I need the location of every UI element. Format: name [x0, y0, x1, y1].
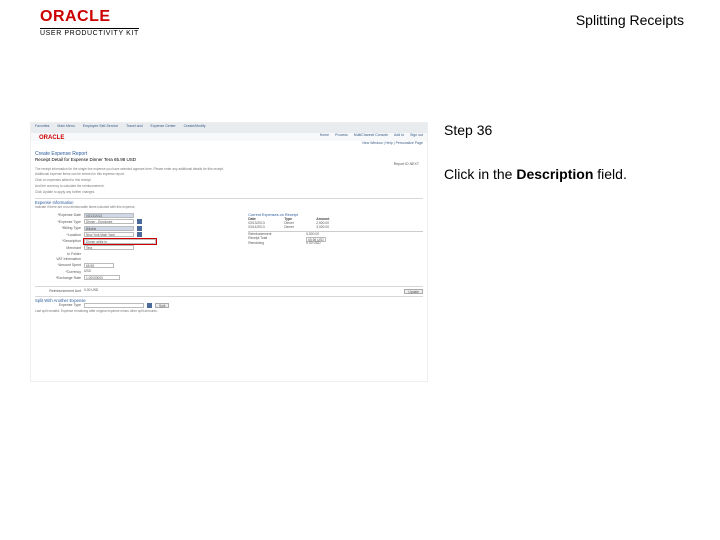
app-subnav: ORACLE Home Process MultiChannel Console…: [31, 133, 427, 141]
total-label: Remaining: [248, 242, 296, 246]
subnav-item: Process: [335, 133, 348, 141]
label-reimb-amt: Reimbursement Amt: [35, 289, 81, 293]
td: Dinner: [284, 226, 306, 230]
subnav-item: Home: [320, 133, 329, 141]
input-merchant[interactable]: Tera: [84, 245, 134, 250]
nav-item: Employee Self-Service: [83, 124, 118, 132]
chevron-down-icon[interactable]: [137, 219, 142, 224]
label-expense-date: *Expense Date: [35, 213, 81, 217]
brand-sub: USER PRODUCTIVITY KIT: [40, 28, 139, 37]
split-section: Split With Another Expense: [35, 296, 423, 303]
app-nav: Favorites Main Menu Employee Self-Servic…: [31, 123, 427, 133]
label-billing-type: *Billing Type: [35, 226, 81, 230]
td: 03/14/2013: [248, 226, 274, 230]
subnav-item: Sign out: [410, 133, 423, 141]
label-location: *Location: [35, 233, 81, 237]
select-billing-type[interactable]: Billable: [84, 226, 134, 231]
chevron-down-icon[interactable]: [137, 226, 142, 231]
nav-item: Favorites: [35, 124, 49, 132]
subnav-item: Add to: [394, 133, 404, 141]
label-currency: *Currency: [35, 270, 81, 274]
subnav-item: MultiChannel Console: [354, 133, 388, 141]
instr-prefix: Click in the: [444, 166, 516, 182]
nav-item: Expense Center: [151, 124, 176, 132]
label-exchange-rate: *Exchange Rate: [35, 276, 81, 280]
label-expense-type: *Expense Type: [35, 220, 81, 224]
section-expense-info: Expense Information: [35, 198, 423, 205]
app-crumb: New Window | Help | Personalize Page: [31, 141, 427, 149]
chevron-down-icon[interactable]: [147, 303, 152, 308]
update-button[interactable]: Update: [404, 289, 423, 294]
nav-item: Travel and: [126, 124, 142, 132]
select-expense-type[interactable]: Dinner - Employee: [84, 219, 134, 224]
input-exchange-rate[interactable]: 1.00000000: [84, 275, 120, 280]
input-location[interactable]: New York Main Yard: [84, 232, 134, 237]
app-screenshot: Favorites Main Menu Employee Self-Servic…: [30, 122, 428, 382]
nav-item: Main Menu: [57, 124, 74, 132]
intro-para: Click Update to apply any further change…: [31, 190, 427, 196]
rt-header: Date Type Amount: [248, 217, 423, 221]
input-expense-date[interactable]: 03/13/2013: [84, 213, 134, 218]
doc-title: Splitting Receipts: [576, 8, 684, 28]
split-button[interactable]: Split: [155, 303, 169, 308]
nav-item: Create/Modify: [184, 124, 206, 132]
instr-suffix: field.: [593, 166, 626, 182]
instr-bold: Description: [516, 166, 593, 182]
table-row: 03/14/2013 Dinner 3,000.00: [248, 226, 423, 230]
value-currency: USD: [84, 270, 91, 274]
instruction-pane: Step 36 Click in the Description field.: [444, 122, 690, 382]
instruction-text: Click in the Description field.: [444, 166, 690, 182]
label-in-folder: In Folder: [35, 252, 81, 256]
footer-note: Last split created. Expense remaining af…: [31, 309, 427, 315]
label-vat: VAT Information: [35, 257, 81, 261]
page-h1: Create Expense Report: [31, 149, 427, 157]
brand-word: ORACLE: [40, 8, 139, 26]
value-reimb-amt: 0.00 USD: [84, 289, 98, 293]
oracle-logo: ORACLE USER PRODUCTIVITY KIT: [40, 8, 139, 37]
oracle-mini-logo: ORACLE: [35, 133, 68, 141]
label-merchant: Merchant: [35, 246, 81, 250]
total-value: 0.00 USD: [306, 242, 320, 246]
label-description: *Description: [35, 239, 81, 243]
lookup-icon[interactable]: [137, 232, 142, 237]
step-label: Step 36: [444, 122, 690, 138]
input-description[interactable]: Dinner while in: [84, 239, 156, 244]
select-split-type[interactable]: [84, 303, 144, 308]
label-split-type: Expense Type: [35, 303, 81, 307]
input-amount[interactable]: 65.98: [84, 263, 114, 268]
label-amount: *Amount Spent: [35, 263, 81, 267]
td: 3,000.00: [316, 226, 329, 230]
